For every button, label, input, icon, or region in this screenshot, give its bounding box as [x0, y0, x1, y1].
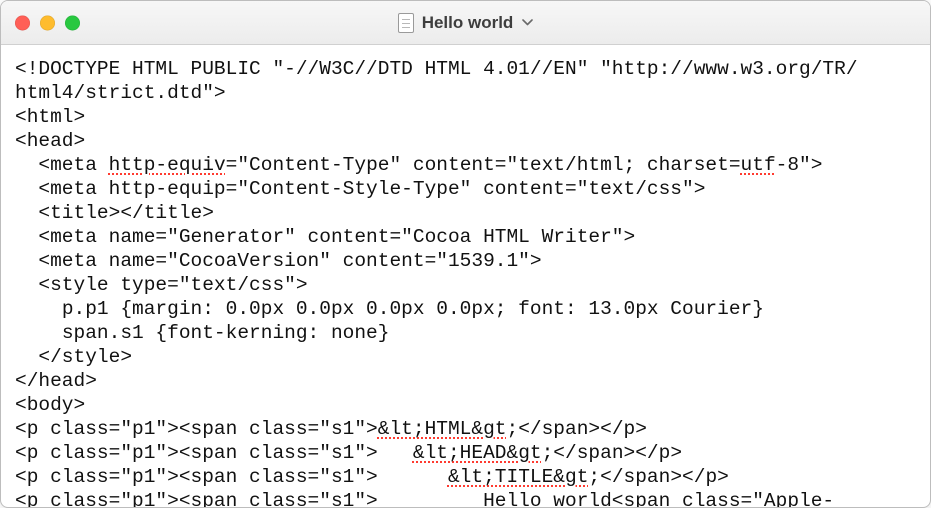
code-line: </style>	[15, 346, 132, 368]
code-line: <meta http-equip="Content-Style-Type" co…	[15, 178, 705, 200]
code-line: <meta name="Generator" content="Cocoa HT…	[15, 226, 635, 248]
code-line: </head>	[15, 370, 97, 392]
code-line: <p class="p1"><span class="s1"> Hello wo…	[15, 490, 834, 507]
titlebar: Hello world	[1, 1, 930, 45]
code-text[interactable]: <!DOCTYPE HTML PUBLIC "-//W3C//DTD HTML …	[15, 57, 920, 507]
minimize-icon[interactable]	[40, 15, 55, 30]
spell-error: &lt;HEAD&gt	[413, 442, 542, 464]
traffic-lights	[15, 15, 80, 30]
document-icon	[398, 13, 414, 33]
code-line: p.p1 {margin: 0.0px 0.0px 0.0px 0.0px; f…	[15, 298, 764, 320]
code-line: <title></title>	[15, 202, 214, 224]
spell-error: &lt;TITLE&gt	[448, 466, 588, 488]
code-line: <!DOCTYPE HTML PUBLIC "-//W3C//DTD HTML …	[15, 58, 858, 80]
window-title: Hello world	[422, 13, 514, 33]
spell-error: &lt;HTML&gt	[378, 418, 507, 440]
code-line: <style type="text/css">	[15, 274, 308, 296]
close-icon[interactable]	[15, 15, 30, 30]
code-line: <p class="p1"><span class="s1"> &lt;HEAD…	[15, 442, 682, 464]
spell-error: utf	[741, 154, 776, 176]
code-line: <html>	[15, 106, 85, 128]
code-line: <body>	[15, 394, 85, 416]
code-line: <meta http-equiv="Content-Type" content=…	[15, 154, 822, 176]
chevron-down-icon[interactable]	[521, 17, 533, 29]
code-line: <meta name="CocoaVersion" content="1539.…	[15, 250, 542, 272]
zoom-icon[interactable]	[65, 15, 80, 30]
code-line: <p class="p1"><span class="s1"> &lt;TITL…	[15, 466, 729, 488]
window: Hello world <!DOCTYPE HTML PUBLIC "-//W3…	[0, 0, 931, 508]
code-line: <p class="p1"><span class="s1">&lt;HTML&…	[15, 418, 647, 440]
title-group[interactable]: Hello world	[398, 13, 534, 33]
editor-area[interactable]: <!DOCTYPE HTML PUBLIC "-//W3C//DTD HTML …	[1, 45, 930, 507]
code-line: <head>	[15, 130, 85, 152]
code-line: span.s1 {font-kerning: none}	[15, 322, 389, 344]
code-line: html4/strict.dtd">	[15, 82, 226, 104]
spell-error: http-equiv	[109, 154, 226, 176]
